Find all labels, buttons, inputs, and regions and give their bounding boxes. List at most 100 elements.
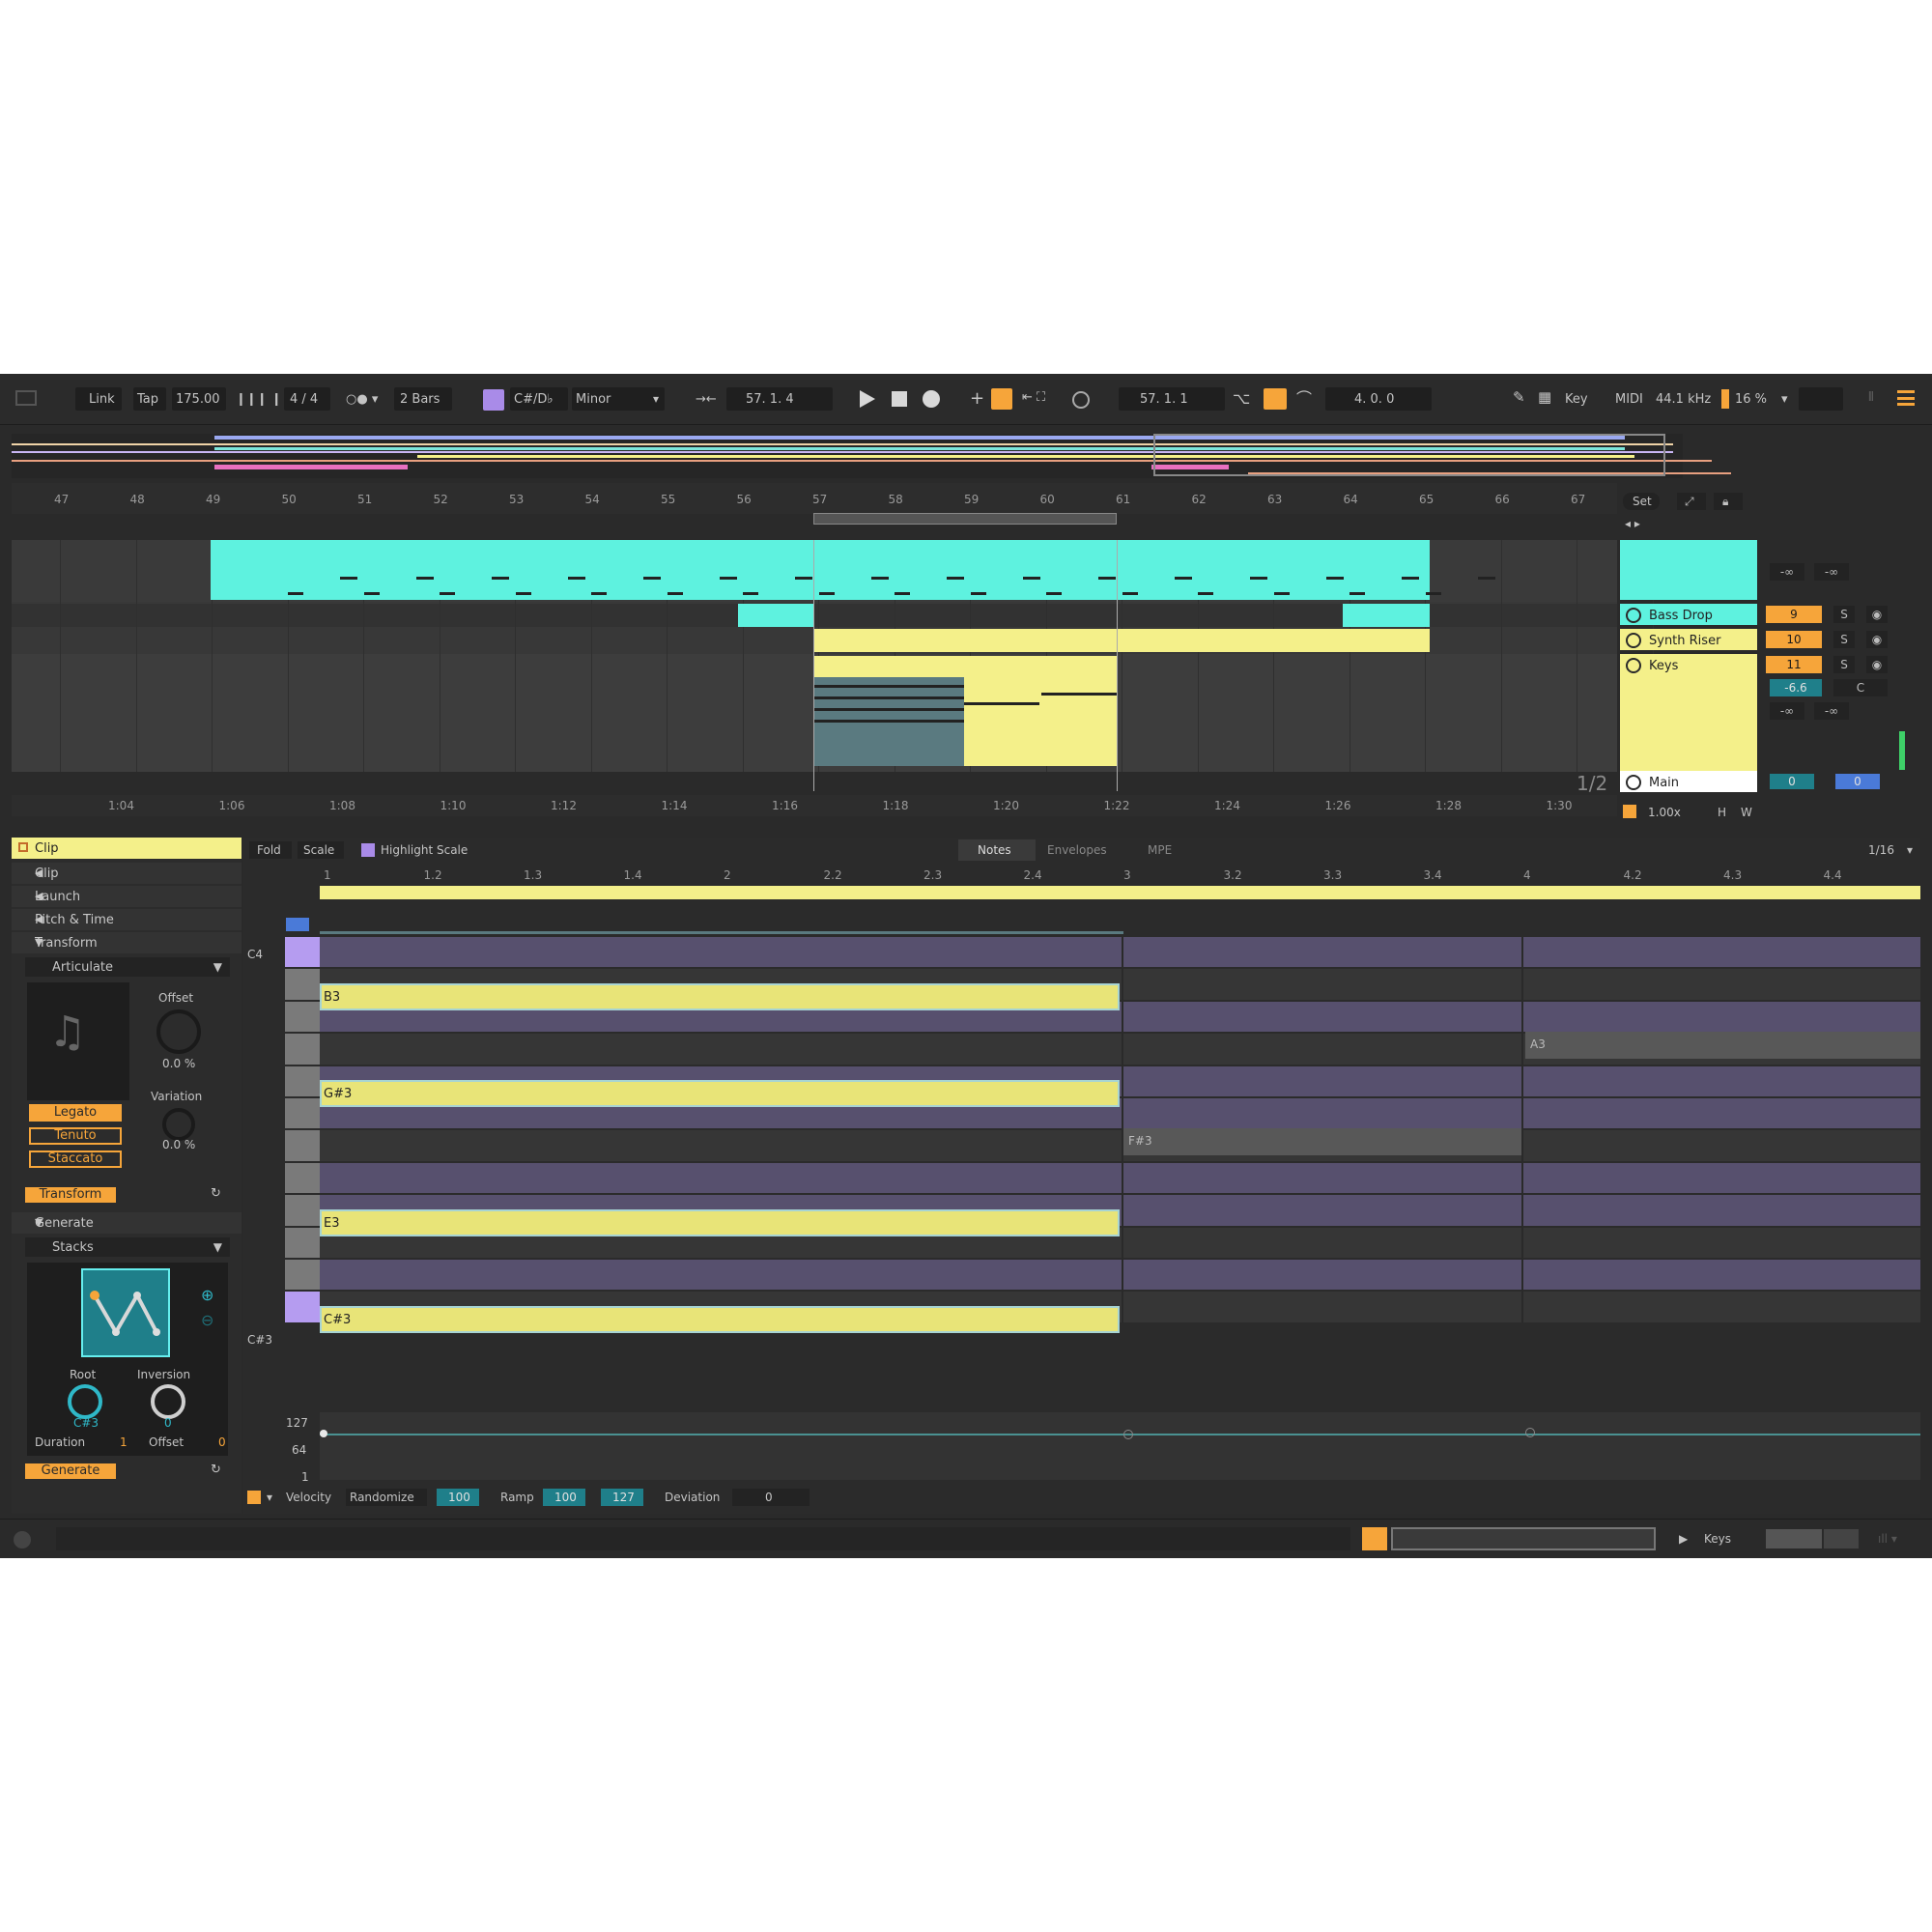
w-button[interactable]: W bbox=[1741, 807, 1752, 818]
stacks-display[interactable]: ⊕ ⊖ Root C#3 Inversion 0 Duration 1 Offs… bbox=[27, 1263, 228, 1456]
velocity-icon[interactable] bbox=[247, 1491, 261, 1504]
add-voice-icon[interactable]: ⊕ bbox=[201, 1288, 213, 1303]
prev-locator-icon[interactable]: ◂ ▸ bbox=[1625, 518, 1640, 529]
ghost-note-f-sharp-3[interactable]: F#3 bbox=[1123, 1128, 1521, 1155]
h-button[interactable]: H bbox=[1718, 807, 1726, 818]
piano-key[interactable] bbox=[285, 1260, 320, 1291]
top-track-header[interactable] bbox=[1620, 540, 1757, 600]
arm-icon[interactable]: ◉ bbox=[1866, 631, 1888, 648]
clip-play-icon[interactable] bbox=[1626, 608, 1641, 623]
loop-brace[interactable] bbox=[813, 513, 1117, 525]
clip-header[interactable]: Clip bbox=[12, 838, 242, 859]
piano-key[interactable] bbox=[285, 937, 320, 968]
remove-voice-icon[interactable]: ⊖ bbox=[201, 1313, 213, 1328]
track-header-bass-drop[interactable]: Bass Drop bbox=[1620, 604, 1757, 625]
view-layout-icon[interactable]: ⦀ bbox=[1868, 391, 1874, 404]
loop-switch-icon[interactable] bbox=[1264, 388, 1287, 410]
note-c-sharp-3[interactable]: C#3 bbox=[320, 1306, 1120, 1333]
randomize-value[interactable]: 100 bbox=[437, 1489, 479, 1506]
highlight-scale-checkbox[interactable] bbox=[361, 843, 375, 857]
warning-icon[interactable] bbox=[1362, 1527, 1387, 1550]
punch-out-icon[interactable]: ⌒ bbox=[1296, 391, 1312, 407]
stop-icon[interactable] bbox=[892, 391, 907, 407]
track-header-keys[interactable]: Keys bbox=[1620, 654, 1757, 774]
record-icon[interactable] bbox=[923, 390, 940, 408]
quantize-menu[interactable]: 2 Bars bbox=[394, 387, 452, 411]
duration-value[interactable]: 1 bbox=[120, 1436, 128, 1448]
chord-shape[interactable] bbox=[81, 1268, 170, 1357]
piano-key[interactable] bbox=[285, 1034, 320, 1065]
randomize-button[interactable]: Randomize bbox=[346, 1489, 427, 1506]
follow-icon[interactable]: ○● ▾ bbox=[346, 393, 378, 406]
piano-key[interactable] bbox=[285, 1001, 320, 1033]
fold-button[interactable]: Fold bbox=[249, 841, 292, 859]
tab-notes[interactable]: Notes bbox=[958, 839, 1036, 861]
track-number-synth-riser[interactable]: 10 bbox=[1766, 631, 1822, 648]
scale-mode-icon[interactable] bbox=[483, 389, 504, 411]
midi-map-button[interactable]: MIDI bbox=[1615, 393, 1643, 406]
refresh-icon[interactable]: ↻ bbox=[211, 1463, 221, 1476]
clip-play-icon[interactable] bbox=[1626, 633, 1641, 648]
grid-setting[interactable]: 1/16 bbox=[1868, 844, 1894, 856]
articulate-menu[interactable]: Articulate ▼ bbox=[25, 957, 230, 977]
time-signature-field[interactable]: 4 / 4 bbox=[284, 387, 330, 411]
device-thumbnail[interactable] bbox=[1766, 1529, 1822, 1548]
offset-value[interactable]: 0 bbox=[218, 1436, 226, 1448]
piano-key[interactable] bbox=[285, 1292, 320, 1322]
scale-menu[interactable]: Minor ▾ bbox=[572, 387, 665, 411]
bass-drop-clip-2[interactable] bbox=[1343, 604, 1430, 627]
generate-section[interactable]: Generate ▼ bbox=[12, 1212, 242, 1234]
bass-clip[interactable] bbox=[211, 540, 1495, 600]
tab-envelopes[interactable]: Envelopes bbox=[1047, 844, 1107, 856]
zoom-icon[interactable] bbox=[1623, 805, 1636, 818]
lock-icon[interactable]: 🔒︎ bbox=[1714, 493, 1743, 510]
play-selected-icon[interactable]: ▶ bbox=[1679, 1533, 1688, 1545]
refresh-icon[interactable]: ↻ bbox=[211, 1187, 221, 1200]
clip-section[interactable]: Clip ◀ bbox=[12, 863, 242, 884]
deviation-value[interactable]: 0 bbox=[732, 1489, 810, 1506]
zoom-value[interactable]: 1.00x bbox=[1648, 807, 1681, 818]
tempo-field[interactable]: 175.00 bbox=[172, 387, 226, 411]
automation-arm-icon[interactable] bbox=[991, 388, 1012, 410]
solo-button[interactable]: S bbox=[1833, 606, 1855, 623]
solo-button[interactable]: S bbox=[1833, 631, 1855, 648]
beat-time-ruler[interactable]: 47 48 49 50 51 52 53 54 55 56 57 58 59 60 61 62 63 64 65 66… bbox=[12, 483, 1617, 514]
scale-button[interactable]: Scale bbox=[298, 841, 344, 859]
staccato-button[interactable]: Staccato bbox=[29, 1151, 122, 1168]
keys-clip[interactable] bbox=[813, 656, 1117, 766]
stacks-menu[interactable]: Stacks ▼ bbox=[25, 1237, 230, 1257]
arm-icon[interactable]: ◉ bbox=[1866, 656, 1888, 673]
solo-button[interactable]: S bbox=[1833, 656, 1855, 673]
arrangement-view[interactable] bbox=[12, 540, 1654, 791]
clip-play-icon[interactable] bbox=[1626, 775, 1641, 790]
track-number-bass-drop[interactable]: 9 bbox=[1766, 606, 1822, 623]
ghost-note-a3[interactable]: A3 bbox=[1525, 1032, 1920, 1059]
main-volume[interactable]: 0 bbox=[1770, 774, 1814, 789]
fold-icon[interactable] bbox=[1626, 658, 1641, 673]
offset-knob[interactable] bbox=[156, 1009, 201, 1054]
main-sends[interactable]: 0 bbox=[1835, 774, 1880, 789]
clip-beat-ruler[interactable]: 1 1.2 1.3 1.4 2 2.2 2.3 2.4 3 3.2 3.3 3.4 4 4.2 4.3 4.4 bbox=[320, 867, 1920, 884]
overdrive-field[interactable] bbox=[1799, 387, 1843, 411]
bass-drop-clip[interactable] bbox=[738, 604, 813, 627]
device-thumbnail[interactable] bbox=[1824, 1529, 1859, 1548]
tenuto-button[interactable]: Tenuto bbox=[29, 1127, 122, 1145]
set-locator-button[interactable]: Set bbox=[1623, 493, 1660, 510]
synth-riser-clip[interactable] bbox=[813, 629, 1430, 652]
piano-roll[interactable]: B3 A3 G#3 F#3 E3 C#3 bbox=[320, 937, 1920, 1333]
legato-button[interactable]: Legato bbox=[29, 1104, 122, 1122]
piano-key[interactable] bbox=[285, 1130, 320, 1161]
arrangement-overview[interactable] bbox=[12, 434, 1731, 478]
piano-key[interactable] bbox=[285, 1098, 320, 1129]
info-icon[interactable] bbox=[14, 1531, 31, 1548]
tap-button[interactable]: Tap bbox=[133, 387, 166, 411]
clip-overview[interactable] bbox=[1391, 1527, 1656, 1550]
note-g-sharp-3[interactable]: G#3 bbox=[320, 1080, 1120, 1107]
velocity-lane[interactable] bbox=[320, 1412, 1920, 1480]
menu-icon[interactable] bbox=[1897, 390, 1915, 406]
track-number-keys[interactable]: 11 bbox=[1766, 656, 1822, 673]
expand-icon[interactable]: ⤢ bbox=[1677, 493, 1706, 510]
ramp-end[interactable]: 127 bbox=[601, 1489, 643, 1506]
inversion-knob[interactable] bbox=[151, 1384, 185, 1419]
keys-volume[interactable]: -6.6 bbox=[1770, 679, 1822, 696]
